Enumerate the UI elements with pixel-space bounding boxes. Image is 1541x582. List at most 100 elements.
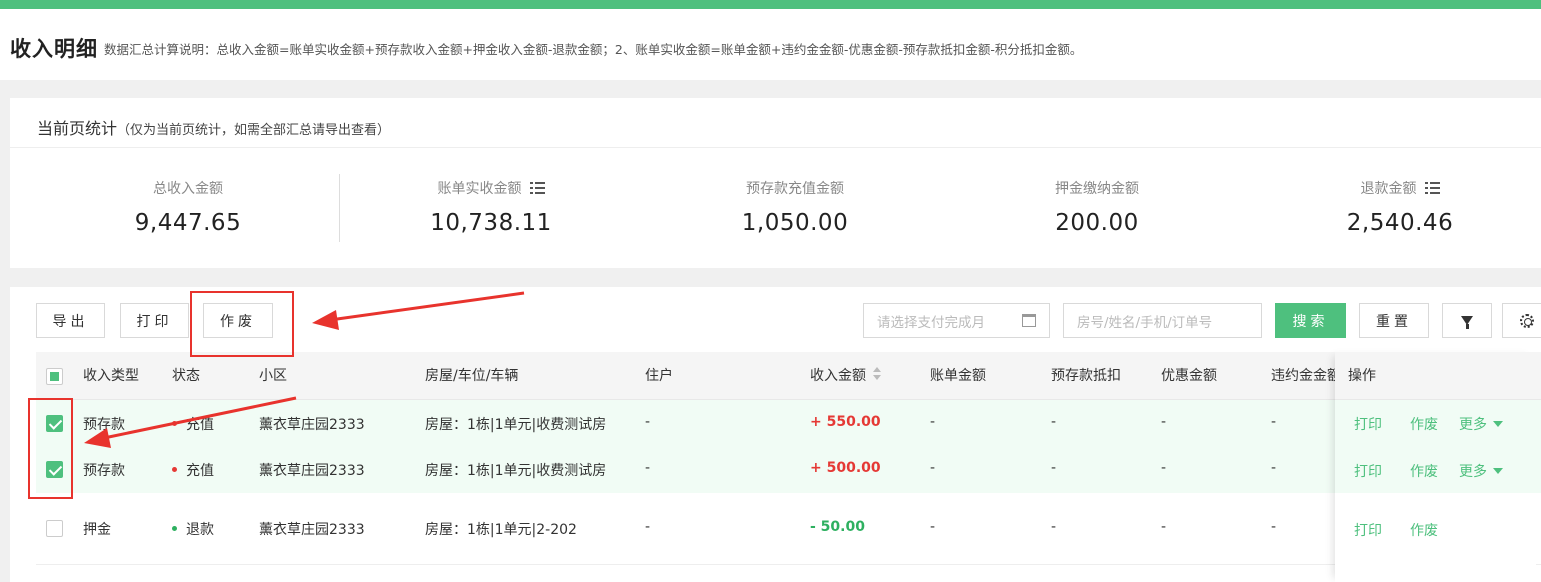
stats-title: 当前页统计（仅为当前页统计，如需全部汇总请导出查看） [37, 115, 390, 139]
operations-column: 操作 打印 作废 更多 打印 作废 更多 打印 作废 [1335, 352, 1536, 582]
stat-value: 200.00 [1055, 210, 1139, 236]
sort-icon[interactable] [873, 367, 881, 381]
status-text: 充值 [186, 417, 214, 433]
cell-discount: - [1161, 414, 1167, 430]
more-label: 更多 [1459, 464, 1487, 480]
cell-bill-amount: - [930, 460, 936, 476]
cell-property: 房屋：1栋|1单元|2-202 [425, 522, 577, 538]
col-community: 小区 [259, 368, 287, 384]
row-more-dropdown[interactable]: 更多 [1459, 461, 1503, 481]
stats-card: 当前页统计（仅为当前页统计，如需全部汇总请导出查看） 总收入金额 9,447.6… [10, 98, 1541, 268]
select-all-checkbox[interactable] [46, 368, 63, 385]
stats-subtitle: （仅为当前页统计，如需全部汇总请导出查看） [117, 123, 391, 138]
cell-community: 薰衣草庄园2333 [259, 417, 365, 433]
cell-discount: - [1161, 460, 1167, 476]
stat-label: 总收入金额 [153, 181, 223, 197]
annotation-box-void-button [190, 291, 294, 357]
keyword-placeholder: 房号/姓名/手机/订单号 [1077, 314, 1213, 331]
row-void-link[interactable]: 作废 [1410, 461, 1438, 481]
stat-label: 预存款充值金额 [746, 181, 844, 197]
status-dot [172, 525, 177, 531]
page-header: 收入明细 数据汇总计算说明：总收入金额=账单实收金额+预存款收入金额+押金收入金… [0, 9, 1541, 80]
col-income-amount-label: 收入金额 [810, 368, 866, 384]
cell-type: 预存款 [83, 417, 125, 433]
cell-type: 预存款 [83, 463, 125, 479]
row-checkbox[interactable] [46, 520, 63, 537]
cell-penalty: - [1271, 414, 1277, 430]
cell-property: 房屋：1栋|1单元|收费测试房 [425, 463, 607, 479]
filter-icon [1461, 316, 1473, 329]
stat-divider [339, 174, 340, 242]
stat-value: 1,050.00 [741, 210, 849, 236]
cell-income-amount: + 550.00 [810, 414, 881, 430]
stat-value: 9,447.65 [134, 210, 242, 236]
chevron-down-icon [1493, 421, 1503, 427]
cell-resident: - [645, 460, 651, 476]
cell-prepaid-deduct: - [1051, 460, 1057, 476]
cell-penalty: - [1271, 460, 1277, 476]
table-row[interactable]: 预存款 充值 薰衣草庄园2333 房屋：1栋|1单元|收费测试房 - + 500… [36, 447, 1541, 493]
date-placeholder: 请选择支付完成月 [877, 314, 985, 331]
annotation-box-checkboxes [28, 398, 73, 499]
export-button[interactable]: 导出 [36, 303, 105, 338]
status-dot [172, 420, 177, 426]
keyword-search-input[interactable]: 房号/姓名/手机/订单号 [1063, 303, 1262, 338]
status-text: 充值 [186, 463, 214, 479]
stat-value: 2,540.46 [1346, 210, 1454, 236]
print-button[interactable]: 打印 [120, 303, 189, 338]
cell-status: 退款 [172, 519, 214, 539]
col-income-type: 收入类型 [83, 368, 139, 384]
operations-header: 操作 [1335, 352, 1536, 400]
col-property: 房屋/车位/车辆 [425, 368, 519, 384]
list-icon[interactable] [1424, 182, 1440, 194]
cell-discount: - [1161, 519, 1167, 535]
cell-bill-amount: - [930, 519, 936, 535]
stat-prepaid-recharge: 预存款充值金额 1,050.00 [645, 178, 945, 236]
page-description: 数据汇总计算说明：总收入金额=账单实收金额+预存款收入金额+押金收入金额-退款金… [104, 42, 1083, 57]
cell-status: 充值 [172, 460, 214, 480]
list-icon[interactable] [529, 182, 545, 194]
cell-community: 薰衣草庄园2333 [259, 463, 365, 479]
row-more-dropdown[interactable]: 更多 [1459, 414, 1503, 434]
filter-button[interactable] [1442, 303, 1492, 338]
col-income-amount[interactable]: 收入金额 [810, 352, 881, 400]
payment-month-picker[interactable]: 请选择支付完成月 [863, 303, 1050, 338]
cell-resident: - [645, 519, 651, 535]
reset-button[interactable]: 重置 [1359, 303, 1429, 338]
col-operations: 操作 [1348, 368, 1376, 384]
stat-refund: 退款金额 2,540.46 [1250, 178, 1541, 236]
stat-label: 押金缴纳金额 [1055, 181, 1139, 197]
cell-prepaid-deduct: - [1051, 414, 1057, 430]
top-accent-bar [0, 0, 1541, 9]
table-row[interactable]: 押金 退款 薰衣草庄园2333 房屋：1栋|1单元|2-202 - - 50.0… [36, 493, 1541, 565]
col-resident: 住户 [645, 368, 673, 384]
col-prepaid-deduct: 预存款抵扣 [1051, 368, 1121, 384]
col-discount: 优惠金额 [1161, 368, 1217, 384]
table-header: 收入类型 状态 小区 房屋/车位/车辆 住户 收入金额 账单金额 预存款抵扣 优… [36, 352, 1541, 400]
stat-deposit-paid: 押金缴纳金额 200.00 [947, 178, 1247, 236]
search-button[interactable]: 搜索 [1275, 303, 1346, 338]
row-print-link[interactable]: 打印 [1354, 520, 1382, 540]
cell-prepaid-deduct: - [1051, 519, 1057, 535]
stats-title-text: 当前页统计 [37, 119, 118, 138]
settings-button[interactable] [1502, 303, 1541, 338]
row-void-link[interactable]: 作废 [1410, 414, 1438, 434]
cell-income-amount: + 500.00 [810, 460, 881, 476]
table-row[interactable]: 预存款 充值 薰衣草庄园2333 房屋：1栋|1单元|收费测试房 - + 550… [36, 400, 1541, 447]
stat-label: 账单实收金额 [437, 181, 522, 197]
row-print-link[interactable]: 打印 [1354, 461, 1382, 481]
cell-property: 房屋：1栋|1单元|收费测试房 [425, 417, 607, 433]
cell-bill-amount: - [930, 414, 936, 430]
stat-value: 10,738.11 [430, 210, 552, 236]
stat-total-income: 总收入金额 9,447.65 [38, 178, 338, 236]
row-void-link[interactable]: 作废 [1410, 520, 1438, 540]
col-bill-amount: 账单金额 [930, 368, 986, 384]
cell-status: 充值 [172, 414, 214, 434]
cell-income-amount: - 50.00 [810, 519, 865, 535]
cell-resident: - [645, 414, 651, 430]
row-print-link[interactable]: 打印 [1354, 414, 1382, 434]
stat-label: 退款金额 [1360, 181, 1417, 197]
chevron-down-icon [1493, 468, 1503, 474]
page-title: 收入明细 [10, 37, 98, 61]
calendar-icon [1022, 314, 1036, 327]
